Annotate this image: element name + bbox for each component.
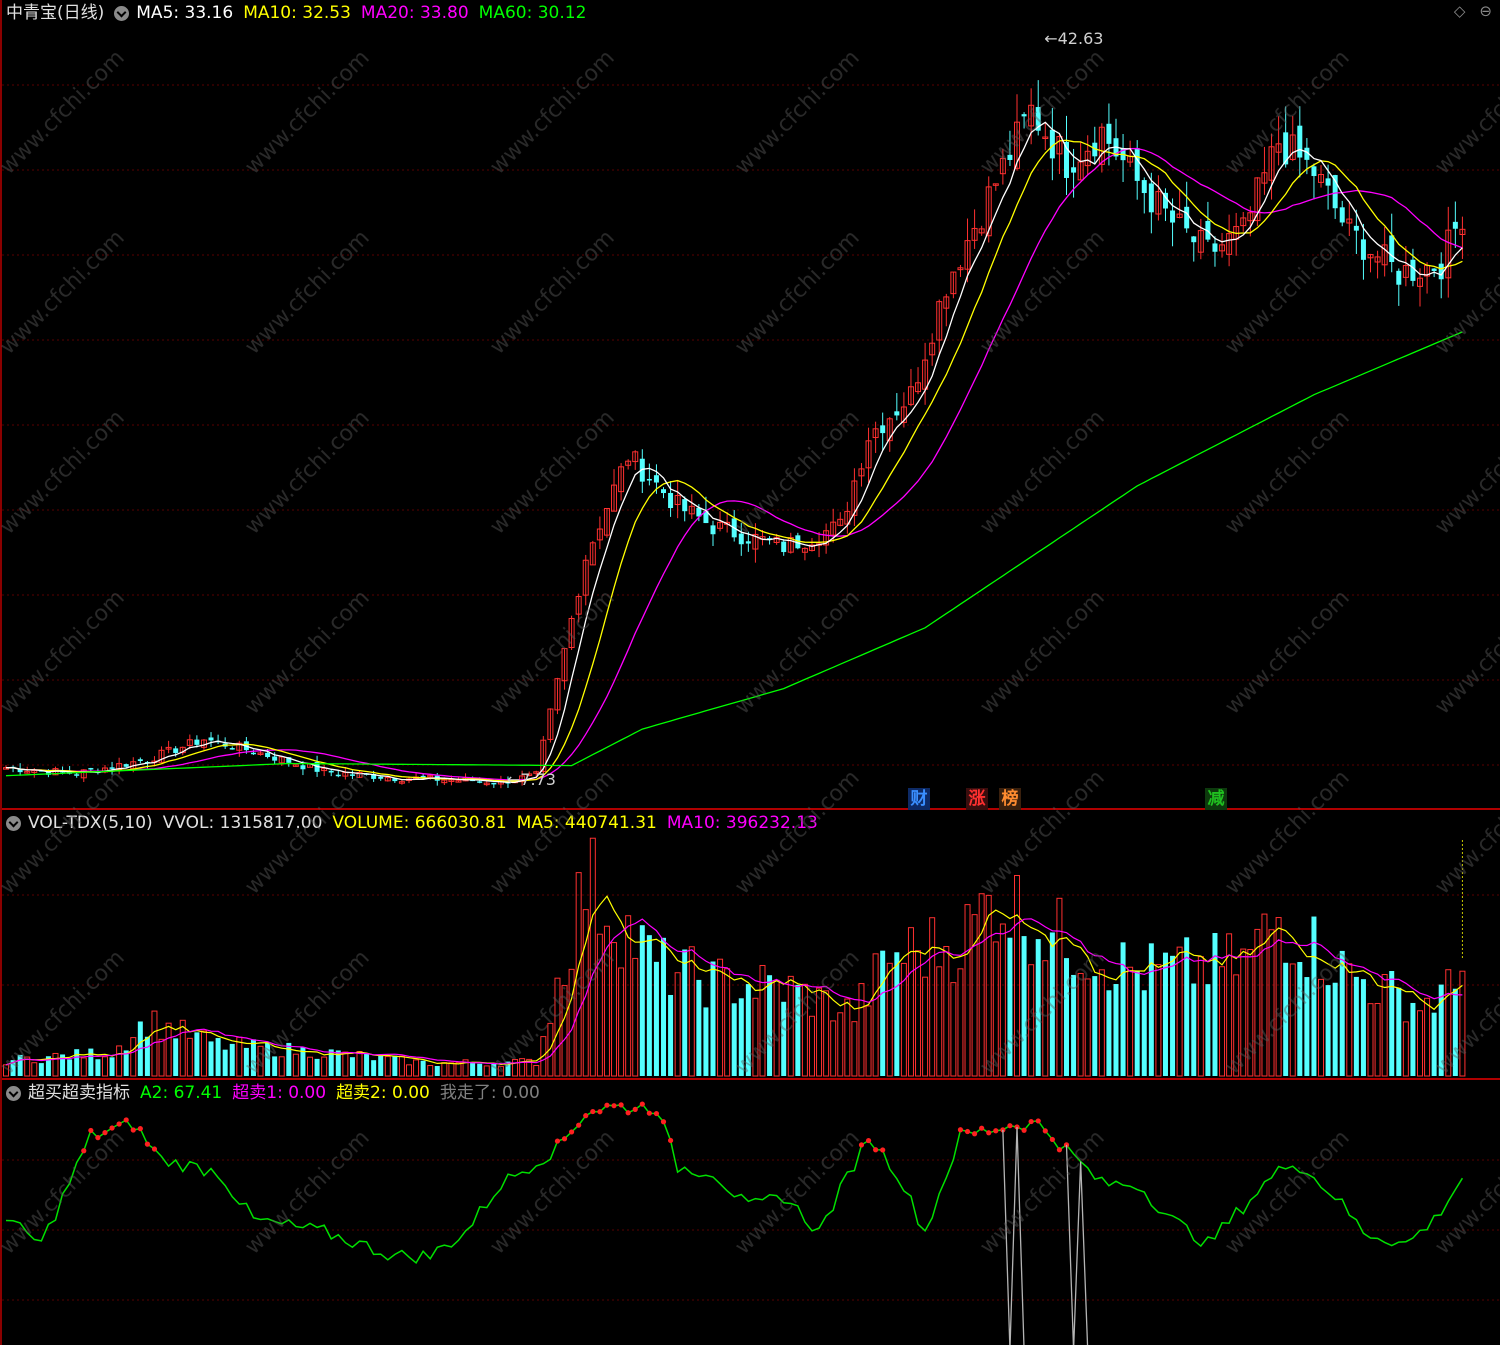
event-marker-cai[interactable]: 财	[908, 788, 930, 810]
chaomai2-readout: 超卖2: 0.00	[336, 1083, 430, 1103]
event-marker-bang[interactable]: 榜	[999, 788, 1021, 810]
chevron-down-icon[interactable]	[6, 1085, 21, 1101]
event-marker-label: 减	[1207, 789, 1225, 809]
stock-chart-window: ←42.63 ←7.73 中青宝(日线) MA5: 33.16 MA10: 32.…	[0, 0, 1500, 1345]
ma60-readout: MA60: 30.12	[478, 3, 587, 23]
wozoule-readout: 我走了: 0.00	[439, 1083, 540, 1103]
ma20-readout: MA20: 33.80	[360, 3, 469, 23]
ma5-readout: MA5: 33.16	[136, 3, 234, 23]
event-marker-zhang[interactable]: 涨	[966, 788, 988, 810]
diamond-icon[interactable]: ◇	[1454, 2, 1466, 20]
ma10-readout: MA10: 32.53	[243, 3, 351, 23]
event-marker-jian[interactable]: 减	[1205, 788, 1227, 810]
a2-readout: A2: 67.41	[140, 1083, 223, 1103]
chevron-down-icon[interactable]	[6, 815, 21, 831]
collapse-icon[interactable]: ⊖	[1479, 2, 1492, 20]
osc-header: 超买超卖指标 A2: 67.41 超卖1: 0.00 超卖2: 0.00 我走了…	[6, 1081, 550, 1105]
osc-indicator-name[interactable]: 超买超卖指标	[28, 1081, 130, 1105]
event-marker-label: 涨	[968, 789, 986, 809]
event-marker-label: 榜	[1001, 789, 1019, 809]
chevron-down-icon[interactable]	[114, 5, 130, 21]
volume-header: VOL-TDX(5,10) VVOL: 1315817.00 VOLUME: 6…	[6, 811, 828, 835]
chaomai1-readout: 超卖1: 0.00	[232, 1083, 327, 1103]
event-marker-label: 财	[910, 789, 928, 809]
stock-title[interactable]: 中青宝(日线)	[6, 1, 104, 25]
window-controls: ◇ ⊖	[1454, 2, 1492, 20]
volume-readout: VOLUME: 666030.81	[332, 813, 507, 833]
price-header: 中青宝(日线) MA5: 33.16 MA10: 32.53 MA20: 33.…	[6, 1, 596, 25]
